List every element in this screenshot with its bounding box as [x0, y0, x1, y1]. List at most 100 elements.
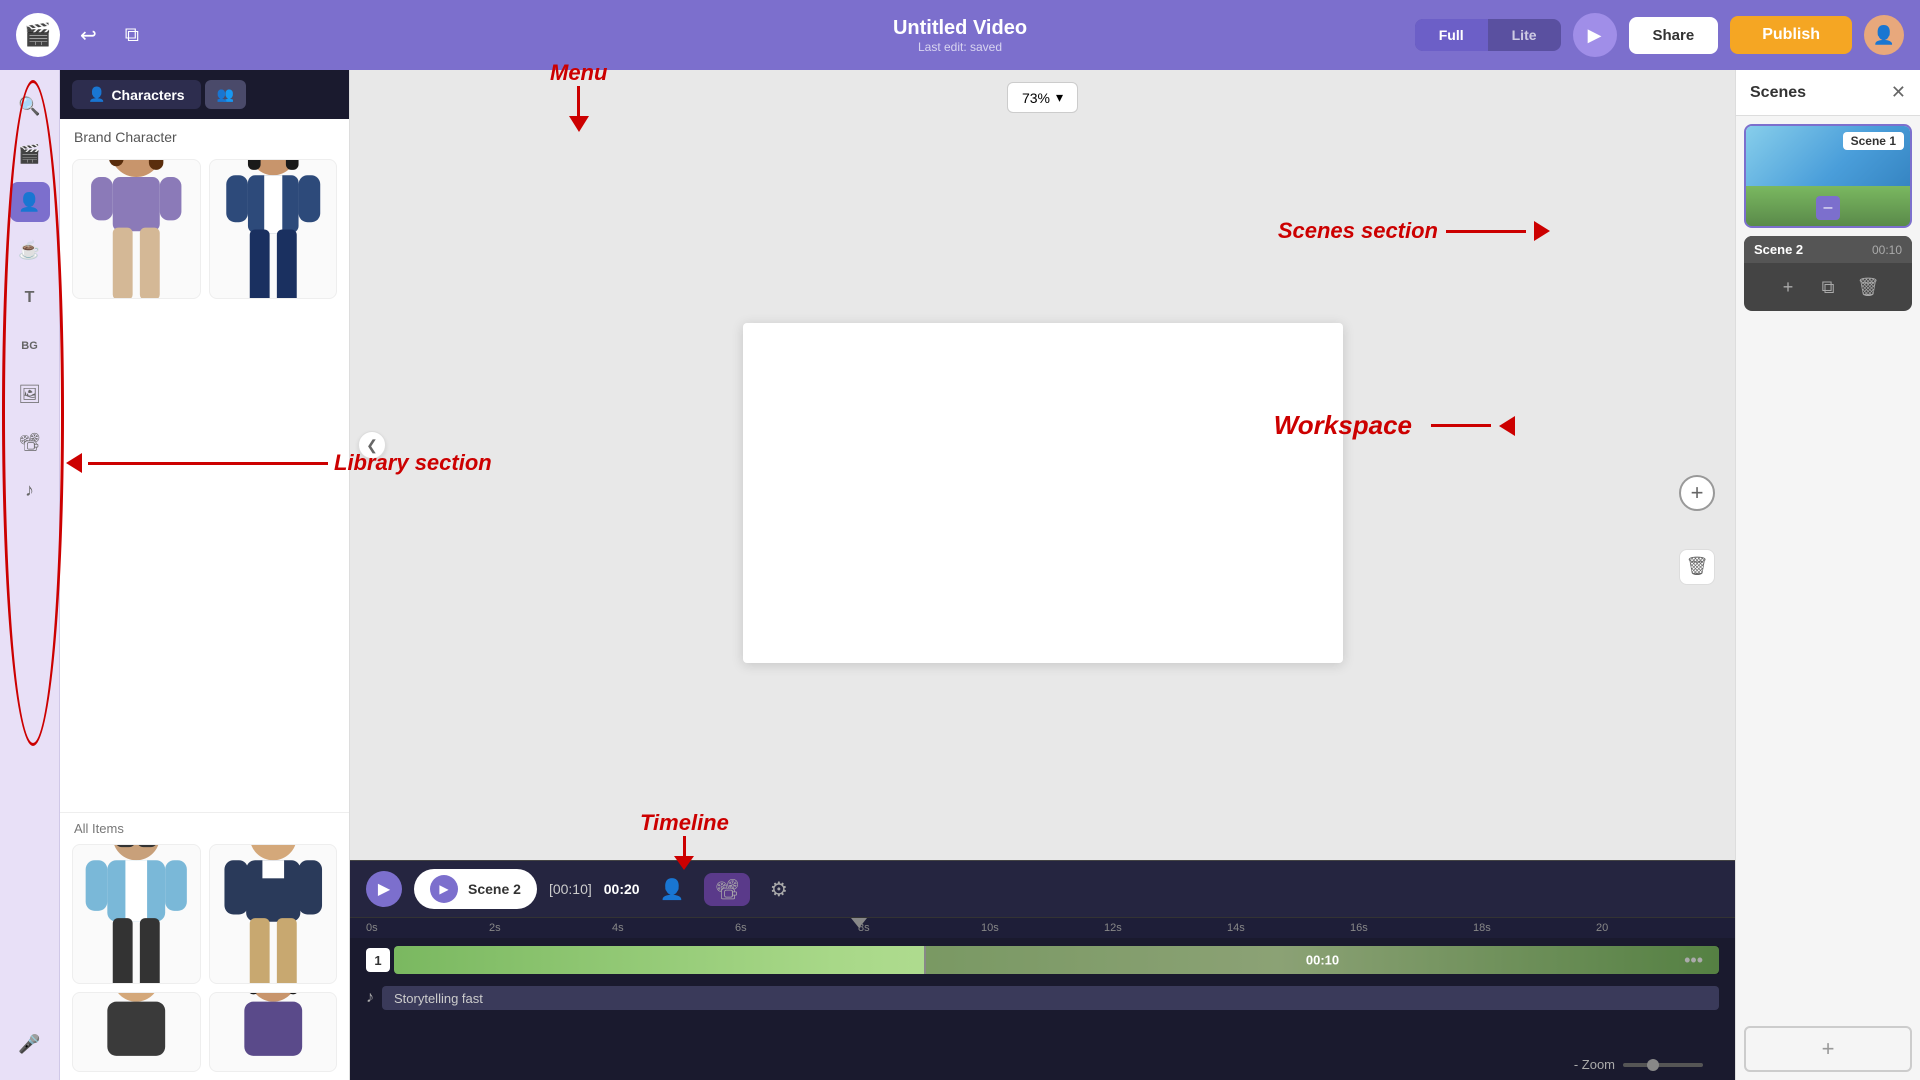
- scenes-panel: Scenes ✕ Scene 1 – Scene 2 00:10 +: [1735, 70, 1920, 1080]
- add-scene-canvas-button[interactable]: +: [1679, 475, 1715, 511]
- scene-card-2[interactable]: Scene 2 00:10 + ⧉ 🗑: [1744, 236, 1912, 311]
- sidebar-icon-objects[interactable]: ☕: [10, 230, 50, 270]
- audio-bar[interactable]: Storytelling fast: [382, 986, 1719, 1010]
- zoom-slider-thumb: [1647, 1059, 1659, 1071]
- characters-panel: 👤 Characters 👥 Brand Character: [60, 70, 350, 1080]
- track-row-1: 1 00:10 •••: [366, 942, 1719, 978]
- delete-icon: 🗑: [1686, 556, 1709, 577]
- scenes-list: Scene 1 – Scene 2 00:10 + ⧉ 🗑: [1736, 116, 1920, 1018]
- collapse-icon: ❮: [366, 437, 378, 454]
- sidebar-icon-text[interactable]: T: [10, 278, 50, 318]
- scene-2-actions: + ⧉ 🗑: [1744, 263, 1912, 311]
- timeline-track-area: 1 00:10 ••• ♪ Storytelling fast: [350, 938, 1735, 1080]
- character-card-1[interactable]: [72, 159, 201, 299]
- topbar-right: Full Lite ▶ Share Publish 👤: [1415, 13, 1904, 57]
- time-label: 00:10: [1306, 953, 1339, 968]
- character-svg-2: [210, 159, 337, 299]
- topbar-center: Untitled Video Last edit: saved: [893, 17, 1027, 54]
- sidebar-icon-mic[interactable]: 🎤: [10, 1024, 50, 1064]
- view-lite-button[interactable]: Lite: [1488, 19, 1561, 51]
- app-logo[interactable]: 🎬: [16, 13, 60, 57]
- timeline-settings-button[interactable]: ⚙: [762, 873, 796, 906]
- share-button[interactable]: Share: [1629, 17, 1719, 54]
- sidebar-icon-search[interactable]: 🔍: [10, 86, 50, 126]
- ruler-tick-14s: 14s: [1227, 922, 1350, 934]
- zoom-level-text: 73%: [1022, 90, 1050, 106]
- copy-button[interactable]: ⧉: [117, 20, 147, 51]
- delete-scene-canvas-button[interactable]: 🗑: [1679, 549, 1715, 585]
- zoom-control[interactable]: 73% ▾: [1007, 82, 1078, 113]
- video-title[interactable]: Untitled Video: [893, 17, 1027, 40]
- ruler-tick-16s: 16s: [1350, 922, 1473, 934]
- publish-button[interactable]: Publish: [1730, 16, 1852, 54]
- characters-tab-icon: 👤: [88, 86, 105, 103]
- topbar: 🎬 ↩ ⧉ Untitled Video Last edit: saved Fu…: [0, 0, 1920, 70]
- ruler-tick-6s: 6s: [735, 922, 858, 934]
- timeline-person-button[interactable]: 👤: [652, 873, 693, 906]
- global-play-button[interactable]: ▶: [1573, 13, 1617, 57]
- character-card-6[interactable]: [209, 992, 338, 1072]
- add-icon: +: [1691, 480, 1704, 506]
- view-toggle: Full Lite: [1415, 19, 1561, 51]
- scene-2-title: Scene 2: [1754, 242, 1803, 257]
- collapse-panel-button[interactable]: ❮: [358, 431, 386, 459]
- time-total: 00:20: [604, 881, 640, 897]
- panel-header: 👤 Characters 👥: [60, 70, 349, 119]
- scene-name-label: Scene 2: [468, 881, 521, 897]
- sidebar-icon-music[interactable]: ♪: [10, 470, 50, 510]
- character-card-3[interactable]: [72, 844, 201, 984]
- workspace-column: Menu 73% ▾ + 🗑: [350, 70, 1735, 1080]
- user-avatar[interactable]: 👤: [1864, 15, 1904, 55]
- track-number: 1: [366, 948, 390, 972]
- character-svg-1: [73, 159, 200, 299]
- timeline-ruler: 0s 2s 4s 6s 8s 10s 12s 14s 16s 18s 20: [350, 917, 1735, 938]
- zoom-slider[interactable]: [1623, 1063, 1703, 1067]
- ruler-tick-20: 20: [1596, 922, 1719, 934]
- scenes-header: Scenes ✕: [1736, 70, 1920, 116]
- canvas-frame[interactable]: [743, 323, 1343, 663]
- view-full-button[interactable]: Full: [1415, 19, 1488, 51]
- character-svg-5: [73, 992, 200, 1072]
- all-items-grid: [60, 844, 349, 992]
- sidebar-icon-image[interactable]: 🖼: [10, 374, 50, 414]
- audio-track: ♪ Storytelling fast: [366, 982, 1719, 1014]
- workspace-area: 73% ▾ + 🗑 Workspace: [350, 70, 1735, 860]
- track-dots-menu[interactable]: •••: [1684, 950, 1703, 971]
- main-layout: 🔍 🎬 👤 ☕ T BG 🖼 📽 ♪ 🎤 👤 Characters 👥 Bran…: [0, 70, 1920, 1080]
- undo-button[interactable]: ↩: [72, 19, 105, 52]
- sidebar-icon-media[interactable]: 📽: [10, 422, 50, 462]
- scene-name-pill: ▶ Scene 2: [414, 869, 537, 909]
- scene-2-delete-button[interactable]: 🗑: [1852, 271, 1884, 303]
- add-scene-button[interactable]: +: [1744, 1026, 1912, 1072]
- ruler-tick-12s: 12s: [1104, 922, 1227, 934]
- scene-1-minus-button[interactable]: –: [1816, 196, 1840, 220]
- scenes-close-button[interactable]: ✕: [1891, 82, 1906, 103]
- scenes-title: Scenes: [1750, 84, 1806, 102]
- zoom-label: - Zoom: [1574, 1057, 1615, 1072]
- custom-characters-tab[interactable]: 👥: [205, 80, 246, 109]
- canvas-toolbar: 73% ▾: [350, 70, 1735, 125]
- left-sidebar: 🔍 🎬 👤 ☕ T BG 🖼 📽 ♪ 🎤: [0, 70, 60, 1080]
- character-card-2[interactable]: [209, 159, 338, 299]
- character-svg-6: [210, 992, 337, 1072]
- characters-grid: [60, 151, 349, 812]
- timeline-media-button[interactable]: 📽: [704, 873, 749, 906]
- canvas-main: + 🗑: [350, 125, 1735, 860]
- scene-2-copy-button[interactable]: ⧉: [1812, 271, 1844, 303]
- sidebar-icon-video[interactable]: 🎬: [10, 134, 50, 174]
- more-chars-grid: [60, 992, 349, 1080]
- timeline-play-button[interactable]: ▶: [366, 871, 402, 907]
- scene-2-header: Scene 2 00:10: [1744, 236, 1912, 263]
- character-card-4[interactable]: [209, 844, 338, 984]
- zoom-control-bottom: - Zoom: [1558, 1053, 1719, 1076]
- scene-card-1[interactable]: Scene 1 –: [1744, 124, 1912, 228]
- scene-play-button[interactable]: ▶: [430, 875, 458, 903]
- ruler-tick-8s: 8s: [858, 922, 981, 934]
- scene-2-add-button[interactable]: +: [1772, 271, 1804, 303]
- sidebar-icon-background[interactable]: BG: [10, 326, 50, 366]
- character-card-5[interactable]: [72, 992, 201, 1072]
- sidebar-icon-characters[interactable]: 👤: [10, 182, 50, 222]
- characters-tab[interactable]: 👤 Characters: [72, 80, 201, 109]
- track-bar-1[interactable]: 00:10: [394, 946, 1719, 974]
- custom-tab-icon: 👥: [217, 86, 234, 102]
